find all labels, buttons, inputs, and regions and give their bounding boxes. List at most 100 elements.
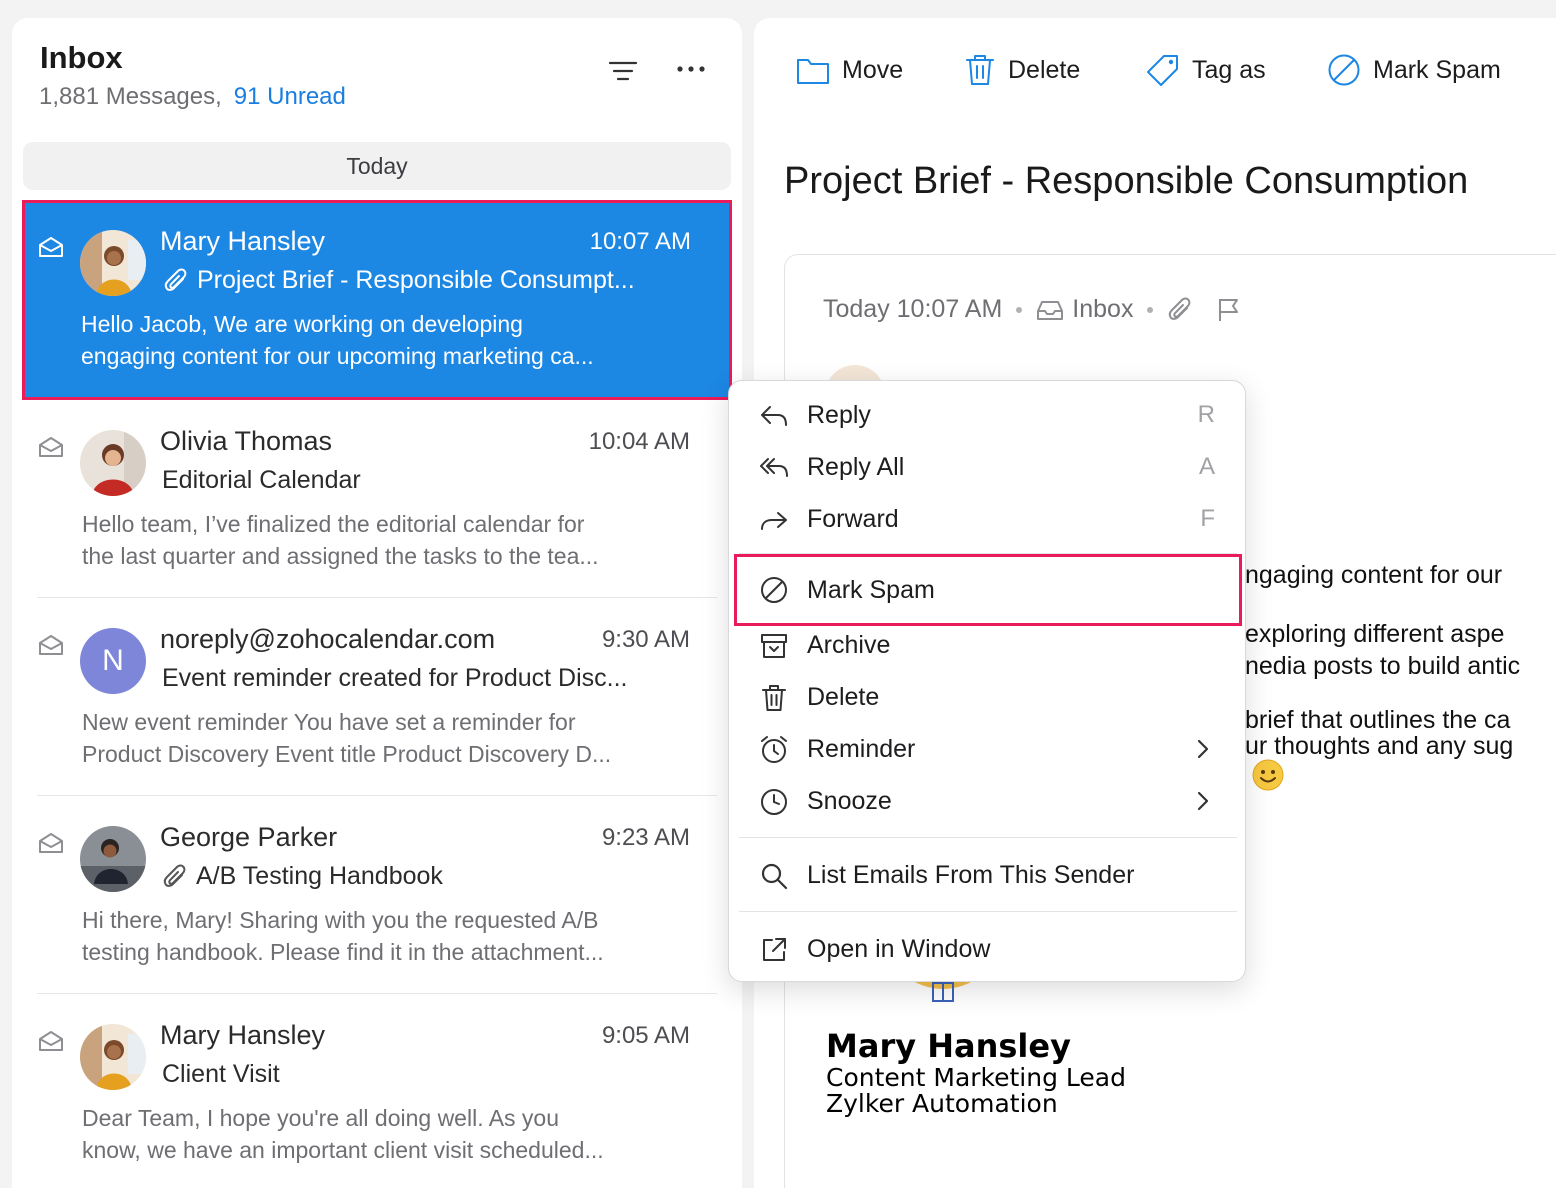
- message-count: 1,881 Messages,: [39, 83, 222, 110]
- signature-company: Zylker Automation: [826, 1089, 1058, 1118]
- mail-list-panel: Inbox 1,881 Messages, 91 Unread Today Mar…: [12, 18, 742, 1188]
- mail-item[interactable]: N noreply@zohocalendar.com 9:30 AM Event…: [12, 598, 742, 796]
- mail-subject: Editorial Calendar: [162, 466, 361, 494]
- mail-preview: Hello team, I’ve finalized the editorial…: [82, 511, 599, 569]
- mail-sender: noreply@zohocalendar.com: [160, 624, 496, 654]
- spam-icon: [759, 575, 789, 605]
- avatar: [80, 826, 146, 892]
- smiley-emoji: [1252, 759, 1284, 791]
- tag-as-button[interactable]: Tag as: [1146, 52, 1266, 88]
- context-menu: Reply R Reply All A Forward F Mark Spam …: [728, 380, 1246, 982]
- message-folder[interactable]: Inbox: [1072, 295, 1133, 324]
- avatar: [80, 430, 146, 496]
- tag-icon: [1146, 53, 1180, 87]
- move-button[interactable]: Move: [796, 52, 903, 88]
- paperclip-icon: [163, 267, 189, 295]
- reply-all-icon: [759, 453, 789, 483]
- folder-icon: [796, 55, 830, 85]
- more-options-icon[interactable]: [672, 52, 710, 86]
- message-subject: Project Brief - Responsible Consumption: [784, 160, 1469, 202]
- mail-time: 9:05 AM: [601, 1022, 690, 1049]
- mail-time: 10:04 AM: [588, 428, 690, 455]
- paperclip-icon[interactable]: [1167, 296, 1193, 324]
- menu-item-open-in-window[interactable]: Open in Window: [729, 925, 1245, 973]
- reply-icon: [759, 401, 789, 431]
- menu-divider: [739, 837, 1237, 838]
- filter-icon[interactable]: [606, 54, 640, 88]
- mail-preview: Hello Jacob, We are working on developin…: [81, 311, 594, 369]
- chevron-right-icon: [1197, 739, 1209, 759]
- avatar: [80, 1024, 146, 1090]
- external-link-icon: [759, 935, 789, 965]
- body-text-line: nedia posts to build antic: [1245, 652, 1521, 680]
- flag-icon[interactable]: [1217, 297, 1241, 323]
- mail-subject: A/B Testing Handbook: [162, 862, 443, 891]
- mail-preview: Dear Team, I hope you're all doing well.…: [82, 1105, 604, 1163]
- menu-divider: [739, 553, 1237, 554]
- unread-count-link[interactable]: 91 Unread: [234, 83, 346, 110]
- mail-sender: George Parker: [160, 822, 338, 852]
- menu-item-archive[interactable]: Archive: [729, 621, 1245, 669]
- separator-dot: [1016, 306, 1023, 313]
- trash-icon: [759, 683, 789, 713]
- mark-spam-button[interactable]: Mark Spam: [1327, 52, 1501, 88]
- menu-item-forward[interactable]: Forward F: [729, 495, 1245, 543]
- mail-list: Mary Hansley 10:07 AM Project Brief - Re…: [12, 200, 742, 1188]
- menu-item-reminder[interactable]: Reminder: [729, 725, 1245, 773]
- menu-item-reply[interactable]: Reply R: [729, 391, 1245, 439]
- envelope-open-icon: [38, 1030, 64, 1052]
- message-meta: Today 10:07 AM Inbox: [823, 295, 1241, 324]
- mail-preview: New event reminder You have set a remind…: [82, 709, 612, 767]
- body-text-line: exploring different aspe: [1245, 620, 1505, 648]
- menu-item-snooze[interactable]: Snooze: [729, 777, 1245, 825]
- menu-divider: [739, 911, 1237, 912]
- menu-item-list-emails-from-sender[interactable]: List Emails From This Sender: [729, 851, 1245, 899]
- signature-name: Mary Hansley: [826, 1027, 1071, 1065]
- chevron-right-icon: [1197, 791, 1209, 811]
- shortcut-key: R: [1197, 401, 1215, 428]
- spam-icon: [1327, 53, 1361, 87]
- mail-item[interactable]: Mary Hansley 9:05 AM Client Visit Dear T…: [12, 994, 742, 1188]
- mail-time: 10:07 AM: [589, 228, 691, 255]
- body-text-line: ngaging content for our: [1245, 561, 1503, 589]
- body-text-line: brief that outlines the ca: [1245, 706, 1511, 734]
- paperclip-icon: [162, 863, 188, 891]
- folder-stats: 1,881 Messages, 91 Unread: [39, 83, 346, 111]
- message-time: Today 10:07 AM: [823, 295, 1003, 323]
- mail-item[interactable]: Olivia Thomas 10:04 AM Editorial Calenda…: [12, 400, 742, 598]
- delete-button[interactable]: Delete: [964, 52, 1080, 88]
- menu-item-delete[interactable]: Delete: [729, 673, 1245, 721]
- mail-preview: Hi there, Mary! Sharing with you the req…: [82, 907, 604, 965]
- signature-title: Content Marketing Lead: [826, 1063, 1126, 1092]
- mail-item[interactable]: George Parker 9:23 AM A/B Testing Handbo…: [12, 796, 742, 994]
- trash-icon: [964, 53, 996, 87]
- clock-icon: [759, 787, 789, 817]
- avatar: [80, 230, 146, 296]
- mail-sender: Mary Hansley: [160, 226, 326, 256]
- separator-dot: [1147, 306, 1154, 313]
- folder-title: Inbox: [40, 40, 123, 75]
- forward-icon: [759, 505, 789, 535]
- mail-sender: Olivia Thomas: [160, 426, 333, 456]
- mail-subject: Project Brief - Responsible Consumpt...: [163, 266, 635, 295]
- date-group-header: Today: [23, 142, 731, 190]
- envelope-open-icon: [38, 634, 64, 656]
- menu-item-reply-all[interactable]: Reply All A: [729, 443, 1245, 491]
- mail-sender: Mary Hansley: [160, 1020, 326, 1050]
- archive-icon: [759, 631, 789, 661]
- mail-time: 9:30 AM: [601, 626, 690, 653]
- body-text-line: ur thoughts and any sug: [1245, 732, 1514, 760]
- envelope-open-icon: [38, 236, 64, 258]
- mail-subject: Event reminder created for Product Disc.…: [162, 664, 628, 692]
- menu-item-mark-spam[interactable]: Mark Spam: [734, 554, 1242, 626]
- mail-time: 9:23 AM: [601, 824, 690, 851]
- shortcut-key: A: [1198, 453, 1215, 480]
- inbox-tray-icon: [1036, 299, 1064, 321]
- mail-item[interactable]: Mary Hansley 10:07 AM Project Brief - Re…: [22, 200, 732, 400]
- alarm-clock-icon: [759, 735, 789, 765]
- avatar: N: [80, 628, 146, 694]
- shortcut-key: F: [1200, 505, 1215, 532]
- mail-subject: Client Visit: [162, 1060, 280, 1088]
- envelope-open-icon: [38, 832, 64, 854]
- envelope-open-icon: [38, 436, 64, 458]
